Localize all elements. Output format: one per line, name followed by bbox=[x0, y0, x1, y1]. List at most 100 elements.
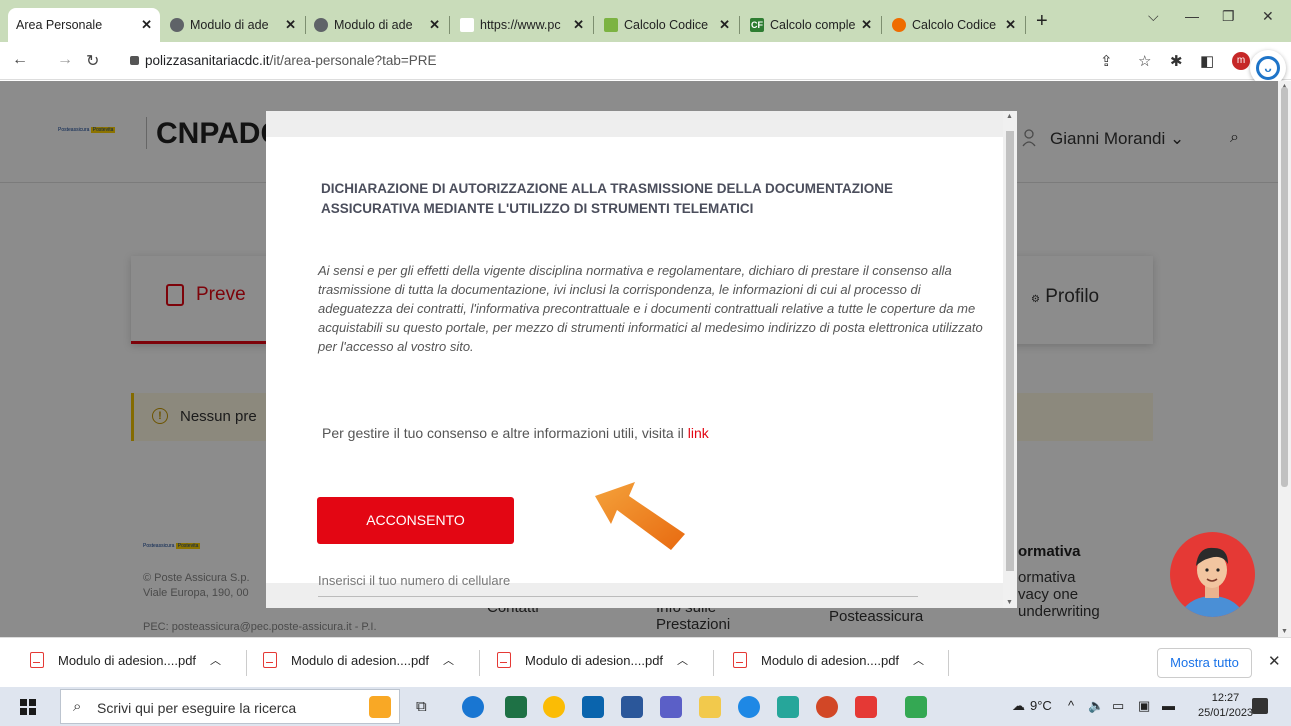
close-tab-icon[interactable]: ✕ bbox=[281, 17, 296, 33]
taskbar-search[interactable]: ⌕ Scrivi qui per eseguire la ricerca bbox=[60, 689, 400, 724]
search-icon: ⌕ bbox=[73, 698, 82, 715]
consent-link[interactable]: link bbox=[688, 425, 709, 441]
close-window-icon[interactable]: ✕ bbox=[1262, 8, 1274, 25]
side-panel-icon[interactable]: ◧ bbox=[1200, 52, 1214, 70]
back-arrow-icon[interactable]: ← bbox=[12, 51, 28, 69]
pdf-file-icon bbox=[733, 652, 747, 668]
scroll-up-icon[interactable]: ▲ bbox=[1006, 113, 1013, 120]
close-tab-icon[interactable]: ✕ bbox=[137, 17, 152, 33]
tab-divider bbox=[1025, 16, 1026, 34]
modal-title: DICHIARAZIONE DI AUTORIZZAZIONE ALLA TRA… bbox=[321, 181, 893, 216]
url-field[interactable]: polizzasanitariacdc.it/it/area-personale… bbox=[145, 53, 437, 68]
volume-icon[interactable]: 🔈 bbox=[1088, 698, 1104, 714]
close-tab-icon[interactable]: ✕ bbox=[857, 17, 872, 33]
modal-scroll-thumb[interactable] bbox=[1006, 131, 1014, 571]
download-item[interactable]: Modulo di adesion....pdf ︿ bbox=[30, 652, 221, 668]
avatar-illustration bbox=[1179, 547, 1245, 617]
excel-icon[interactable] bbox=[505, 696, 527, 718]
download-item[interactable]: Modulo di adesion....pdf ︿ bbox=[263, 652, 454, 668]
tab-divider bbox=[593, 16, 594, 34]
restore-icon[interactable]: ❐ bbox=[1222, 8, 1235, 25]
clock-date: 25/01/2023 bbox=[1198, 707, 1254, 719]
tab-modulo-1[interactable]: Modulo di ade ✕ bbox=[162, 8, 304, 42]
windows-taskbar: ⌕ Scrivi qui per eseguire la ricerca ⧉ ☁… bbox=[0, 687, 1291, 726]
download-item[interactable]: Modulo di adesion....pdf ︿ bbox=[497, 652, 688, 668]
scroll-down-icon[interactable]: ▼ bbox=[1006, 599, 1013, 606]
globe-icon bbox=[170, 18, 184, 32]
pdf-file-icon bbox=[30, 652, 44, 668]
modal-scrollbar[interactable]: ▲ ▼ bbox=[1003, 111, 1017, 608]
pdf-file-icon bbox=[263, 652, 277, 668]
download-bar: Modulo di adesion....pdf ︿ Modulo di ades… bbox=[0, 637, 1291, 687]
acrobat-icon[interactable] bbox=[855, 696, 877, 718]
consent-info: Per gestire il tuo consenso e altre info… bbox=[322, 425, 709, 441]
close-tab-icon[interactable]: ✕ bbox=[715, 17, 730, 33]
chevron-up-icon[interactable]: ︿ bbox=[443, 652, 454, 668]
tab-modulo-2[interactable]: Modulo di ade ✕ bbox=[306, 8, 448, 42]
taskbar-clock[interactable]: 12:27 25/01/2023 bbox=[1198, 691, 1253, 721]
windows-start-icon[interactable] bbox=[20, 699, 36, 715]
chat-assistant-icon: ᴗ bbox=[1256, 56, 1280, 80]
bookmark-star-icon[interactable]: ☆ bbox=[1138, 52, 1151, 70]
file-explorer-icon[interactable] bbox=[699, 696, 721, 718]
chrome-profile-icon[interactable] bbox=[905, 696, 927, 718]
battery-icon[interactable]: ▬ bbox=[1162, 698, 1175, 713]
notifications-icon[interactable] bbox=[1252, 698, 1268, 714]
forward-arrow-icon[interactable]: → bbox=[57, 51, 73, 69]
close-download-bar-icon[interactable]: ✕ bbox=[1268, 652, 1281, 670]
tray-chevron-icon[interactable]: ^ bbox=[1068, 698, 1074, 713]
accept-button[interactable]: ACCONSENTO bbox=[317, 497, 514, 544]
lock-icon[interactable] bbox=[130, 56, 139, 65]
globe-icon bbox=[314, 18, 328, 32]
tab-calcolo-completo[interactable]: CF Calcolo comple ✕ bbox=[742, 8, 880, 42]
powerpoint-icon[interactable] bbox=[816, 696, 838, 718]
temperature[interactable]: 9°C bbox=[1030, 698, 1052, 713]
language-icon[interactable]: ▣ bbox=[1138, 698, 1150, 714]
page-scroll-thumb[interactable] bbox=[1281, 87, 1288, 487]
close-tab-icon[interactable]: ✕ bbox=[425, 17, 440, 33]
chevron-up-icon[interactable]: ︿ bbox=[210, 652, 221, 668]
scroll-down-icon[interactable]: ▼ bbox=[1281, 628, 1288, 635]
app-icon[interactable] bbox=[777, 696, 799, 718]
input-underline bbox=[318, 596, 918, 597]
skype-icon[interactable] bbox=[738, 696, 760, 718]
page-scrollbar[interactable]: ▲ ▼ bbox=[1278, 81, 1291, 637]
outlook-icon[interactable] bbox=[582, 696, 604, 718]
close-tab-icon[interactable]: ✕ bbox=[569, 17, 584, 33]
teams-icon[interactable] bbox=[660, 696, 682, 718]
chrome-icon[interactable] bbox=[543, 696, 565, 718]
tab-calcolo-codice-1[interactable]: Calcolo Codice ✕ bbox=[596, 8, 738, 42]
tab-https[interactable]: https://www.pc ✕ bbox=[452, 8, 592, 42]
tab-title: Modulo di ade bbox=[334, 18, 413, 32]
show-all-downloads-button[interactable]: Mostra tutto bbox=[1157, 648, 1252, 678]
clock-time: 12:27 bbox=[1211, 692, 1240, 704]
page-content: Posteassicura Postevita CNPADC Gianni Mo… bbox=[0, 81, 1278, 637]
share-icon[interactable]: ⇪ bbox=[1100, 52, 1113, 70]
close-tab-icon[interactable]: ✕ bbox=[1001, 17, 1016, 33]
url-path: /it/area-personale?tab=PRE bbox=[269, 53, 437, 68]
reload-icon[interactable]: ↻ bbox=[86, 51, 99, 71]
edge-icon[interactable] bbox=[462, 696, 484, 718]
tab-area-personale[interactable]: Area Personale ✕ bbox=[8, 8, 160, 42]
download-item[interactable]: Modulo di adesion....pdf ︿ bbox=[733, 652, 924, 668]
extensions-puzzle-icon[interactable]: ✱ bbox=[1170, 52, 1183, 70]
download-filename: Modulo di adesion....pdf bbox=[58, 652, 197, 668]
tab-divider bbox=[449, 16, 450, 34]
address-bar: ← → ↻ polizzasanitariacdc.it/it/area-per… bbox=[0, 42, 1291, 80]
chevron-up-icon[interactable]: ︿ bbox=[677, 652, 688, 668]
support-avatar-icon[interactable] bbox=[1170, 532, 1255, 617]
tab-calcolo-codice-2[interactable]: Calcolo Codice ✕ bbox=[884, 8, 1024, 42]
task-view-icon[interactable]: ⧉ bbox=[416, 698, 427, 715]
minimize-icon[interactable]: — bbox=[1185, 8, 1199, 24]
profile-avatar[interactable]: m bbox=[1232, 52, 1250, 70]
search-highlight-icon[interactable] bbox=[369, 696, 391, 718]
new-tab-button[interactable]: + bbox=[1036, 10, 1048, 33]
tab-title: Modulo di ade bbox=[190, 18, 269, 32]
chevron-up-icon[interactable]: ︿ bbox=[913, 652, 924, 668]
download-divider bbox=[948, 650, 949, 676]
download-divider bbox=[246, 650, 247, 676]
network-icon[interactable]: ▭ bbox=[1112, 698, 1124, 714]
weather-icon[interactable]: ☁ bbox=[1012, 698, 1025, 714]
tab-search-chevron-icon[interactable]: ⌵ bbox=[1148, 8, 1159, 25]
word-icon[interactable] bbox=[621, 696, 643, 718]
